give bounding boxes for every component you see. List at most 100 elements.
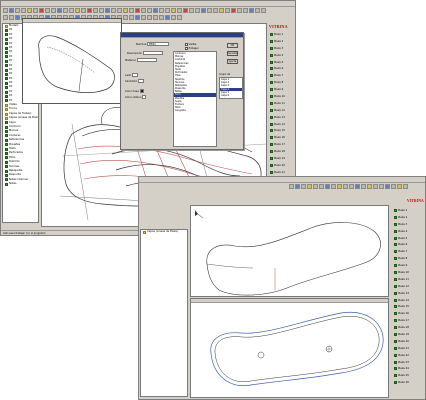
palette-item[interactable]: Pieza 1: [393, 207, 425, 214]
list-option[interactable]: Lengüeta: [174, 109, 216, 112]
toolbar-tool-icon[interactable]: [301, 184, 306, 189]
toolbar-tool-icon[interactable]: [147, 15, 152, 20]
toolbar-tool-icon[interactable]: [159, 15, 164, 20]
toolbar-tool-icon[interactable]: [105, 8, 110, 13]
toolbar-tool-icon[interactable]: [153, 15, 158, 20]
toolbar-tool-icon[interactable]: [331, 184, 336, 189]
palette-item[interactable]: Pieza 3: [393, 221, 425, 228]
toolbar-tool-icon[interactable]: [69, 8, 74, 13]
toolbar-tool-icon[interactable]: [9, 8, 14, 13]
toolbar-tool-icon[interactable]: [99, 8, 104, 13]
toolbar-tool-icon[interactable]: [135, 8, 140, 13]
toolbar-tool-icon[interactable]: [123, 8, 128, 13]
toolbar-tool-icon[interactable]: [81, 8, 86, 13]
name-input[interactable]: PIEZA: [147, 42, 170, 46]
palette-item[interactable]: Pieza 21: [393, 345, 425, 352]
toolbar-tool-icon[interactable]: [159, 8, 164, 13]
palette-item[interactable]: Pieza 24: [393, 365, 425, 372]
toolbar-tool-icon[interactable]: [261, 8, 266, 13]
palette-item[interactable]: Pieza 26: [393, 379, 425, 386]
toolbar-tool-icon[interactable]: [75, 8, 80, 13]
toolbar-tool-icon[interactable]: [337, 184, 342, 189]
palette-item[interactable]: Pieza 18: [269, 148, 295, 155]
toolbar-tool-icon[interactable]: [307, 184, 312, 189]
toolbar-tool-icon[interactable]: [355, 184, 360, 189]
toolbar-tool-icon[interactable]: [87, 8, 92, 13]
palette-item[interactable]: Pieza 14: [393, 297, 425, 304]
ok-button[interactable]: OK: [227, 43, 238, 48]
palette-item[interactable]: Pieza 11: [269, 100, 295, 107]
palette-item[interactable]: Pieza 8: [269, 79, 295, 86]
tree-item[interactable]: Notas: [3, 182, 38, 186]
toolbar-tool-icon[interactable]: [403, 184, 408, 189]
palette-item[interactable]: Pieza 17: [393, 317, 425, 324]
palette-item[interactable]: Pieza 4: [393, 228, 425, 235]
toolbar-tool-icon[interactable]: [63, 8, 68, 13]
palette-item[interactable]: Pieza 21: [269, 169, 295, 176]
toolbar-tool-icon[interactable]: [27, 8, 32, 13]
palette-item[interactable]: Pieza 8: [393, 255, 425, 262]
toolbar-tool-icon[interactable]: [45, 8, 50, 13]
toolbar-tool-icon[interactable]: [171, 8, 176, 13]
toolbar-tool-icon[interactable]: [195, 8, 200, 13]
palette-item[interactable]: Pieza 20: [393, 338, 425, 345]
toolbar-tool-icon[interactable]: [141, 8, 146, 13]
toolbar-tool-icon[interactable]: [349, 184, 354, 189]
toolbar-tool-icon[interactable]: [129, 8, 134, 13]
palette-item[interactable]: Pieza 17: [269, 141, 295, 148]
palette-item[interactable]: Pieza 16: [393, 310, 425, 317]
front-tree-item[interactable]: Capas (Lineas de Pieza): [141, 230, 187, 234]
palette-item[interactable]: Pieza 11: [393, 276, 425, 283]
toolbar-tool-icon[interactable]: [165, 8, 170, 13]
toolbar-tool-icon[interactable]: [231, 8, 236, 13]
toolbar-tool-icon[interactable]: [343, 184, 348, 189]
palette-item[interactable]: Pieza 19: [269, 155, 295, 162]
toolbar-tool-icon[interactable]: [319, 184, 324, 189]
toolbar-tool-icon[interactable]: [117, 8, 122, 13]
toolbar-tool-icon[interactable]: [177, 8, 182, 13]
toolbar-tool-icon[interactable]: [3, 8, 8, 13]
toolbar-tool-icon[interactable]: [295, 184, 300, 189]
palette-item[interactable]: Pieza 7: [269, 72, 295, 79]
palette-item[interactable]: Pieza 22: [393, 352, 425, 359]
toolbar-tool-icon[interactable]: [225, 8, 230, 13]
palette-item[interactable]: Pieza 10: [269, 93, 295, 100]
toolbar-tool-icon[interactable]: [207, 8, 212, 13]
toolbar-tool-icon[interactable]: [15, 15, 20, 20]
toolbar-tool-icon[interactable]: [313, 184, 318, 189]
quantity-input[interactable]: [137, 79, 144, 83]
palette-item[interactable]: Pieza 5: [269, 59, 295, 66]
palette-item[interactable]: Pieza 18: [393, 324, 425, 331]
front-tree-panel[interactable]: Capas (Lineas de Pieza): [140, 229, 188, 397]
palette-item[interactable]: Pieza 10: [393, 269, 425, 276]
palette-item[interactable]: Pieza 6: [269, 65, 295, 72]
toolbar-tool-icon[interactable]: [39, 8, 44, 13]
palette-item[interactable]: Pieza 13: [393, 290, 425, 297]
help-button[interactable]: Ayuda: [227, 59, 238, 64]
cancel-button[interactable]: Cancelar: [227, 51, 238, 56]
visible-checkbox-row[interactable]: Visible: [185, 43, 196, 46]
palette-item[interactable]: Pieza 15: [269, 127, 295, 134]
toolbar-tool-icon[interactable]: [15, 8, 20, 13]
list-option[interactable]: Capa 6: [220, 94, 242, 97]
toolbar-tool-icon[interactable]: [373, 184, 378, 189]
palette-item[interactable]: Pieza 25: [393, 372, 425, 379]
side-input[interactable]: [132, 73, 139, 77]
palette-item[interactable]: Pieza 4: [269, 52, 295, 59]
toolbar-tool-icon[interactable]: [397, 184, 402, 189]
toolbar-tool-icon[interactable]: [111, 8, 116, 13]
toolbar-tool-icon[interactable]: [165, 15, 170, 20]
toolbar-tool-icon[interactable]: [57, 8, 62, 13]
palette-item[interactable]: Pieza 1: [269, 31, 295, 38]
toolbar-tool-icon[interactable]: [237, 8, 242, 13]
toolbar-tool-icon[interactable]: [147, 8, 152, 13]
toolbar-tool-icon[interactable]: [213, 8, 218, 13]
toolbar-tool-icon[interactable]: [385, 184, 390, 189]
group-listbox[interactable]: Capa 1 Capa 2 Capa 3 Capa 4 Capa 5 Capa 6: [219, 77, 243, 99]
toolbar-tool-icon[interactable]: [33, 8, 38, 13]
palette-item[interactable]: Pieza 9: [393, 262, 425, 269]
line-color-swatch[interactable]: [139, 89, 144, 93]
toolbar-tool-icon[interactable]: [183, 8, 188, 13]
palette-item[interactable]: Pieza 19: [393, 331, 425, 338]
palette-item[interactable]: Pieza 12: [393, 283, 425, 290]
